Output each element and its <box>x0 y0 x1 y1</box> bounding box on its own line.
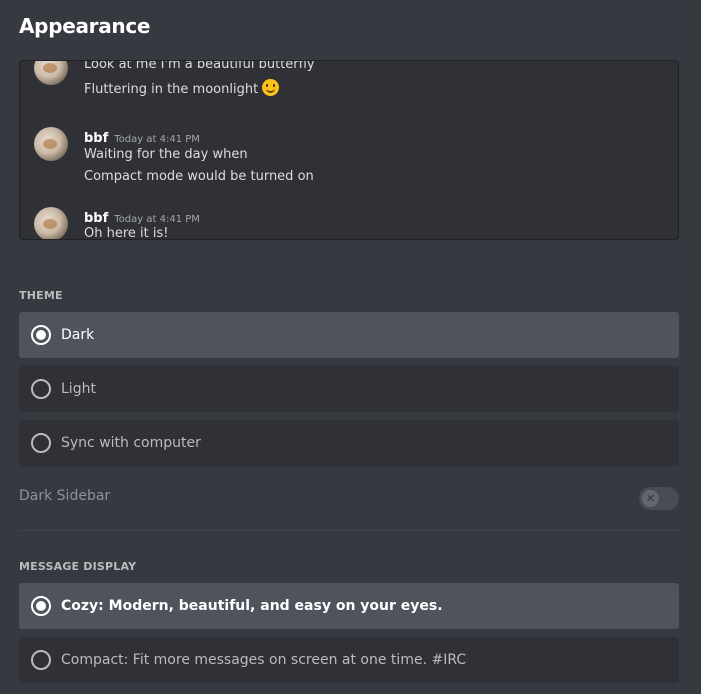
option-label: Compact: Fit more messages on screen at … <box>61 652 467 668</box>
x-icon: ✕ <box>642 490 659 507</box>
option-label: Light <box>61 381 96 397</box>
theme-option-light[interactable]: Light <box>19 366 679 412</box>
message-preview: Look at me I'm a beautiful butterfly Flu… <box>19 60 679 240</box>
dark-sidebar-label: Dark Sidebar <box>19 488 111 504</box>
message-header: bbf Today at 4:41 PM <box>84 127 200 146</box>
avatar <box>34 127 68 161</box>
option-label: Sync with computer <box>61 435 201 451</box>
author-name: bbf <box>84 211 109 226</box>
radio-unselected-icon <box>31 433 51 453</box>
radio-unselected-icon <box>31 379 51 399</box>
message-line: Oh here it is! <box>84 226 169 240</box>
theme-option-dark[interactable]: Dark <box>19 312 679 358</box>
message-line: Waiting for the day when <box>84 147 248 162</box>
theme-option-sync[interactable]: Sync with computer <box>19 420 679 466</box>
theme-heading: THEME <box>19 289 63 302</box>
message-line: Compact mode would be turned on <box>84 169 314 184</box>
page-title: Appearance <box>19 14 151 38</box>
option-label: Dark <box>61 327 95 343</box>
message-line: Fluttering in the moonlight <box>84 82 259 97</box>
message-display-heading: MESSAGE DISPLAY <box>19 560 137 573</box>
radio-selected-icon <box>31 325 51 345</box>
message-line-with-emoji: Fluttering in the moonlight <box>84 79 280 97</box>
author-name: bbf <box>84 131 109 146</box>
slightly-smiling-face-icon <box>262 79 280 96</box>
dark-sidebar-toggle[interactable]: ✕ <box>639 487 679 510</box>
timestamp: Today at 4:41 PM <box>114 134 200 145</box>
message-line: Look at me I'm a beautiful butterfly <box>84 60 315 72</box>
avatar <box>34 207 68 239</box>
message-display-option-compact[interactable]: Compact: Fit more messages on screen at … <box>19 637 679 683</box>
option-label: Cozy: Modern, beautiful, and easy on you… <box>61 598 443 614</box>
message-header: bbf Today at 4:41 PM <box>84 207 200 226</box>
divider <box>19 530 679 531</box>
radio-unselected-icon <box>31 650 51 670</box>
radio-selected-icon <box>31 596 51 616</box>
message-display-option-cozy[interactable]: Cozy: Modern, beautiful, and easy on you… <box>19 583 679 629</box>
avatar <box>34 61 68 85</box>
timestamp: Today at 4:41 PM <box>114 214 200 225</box>
